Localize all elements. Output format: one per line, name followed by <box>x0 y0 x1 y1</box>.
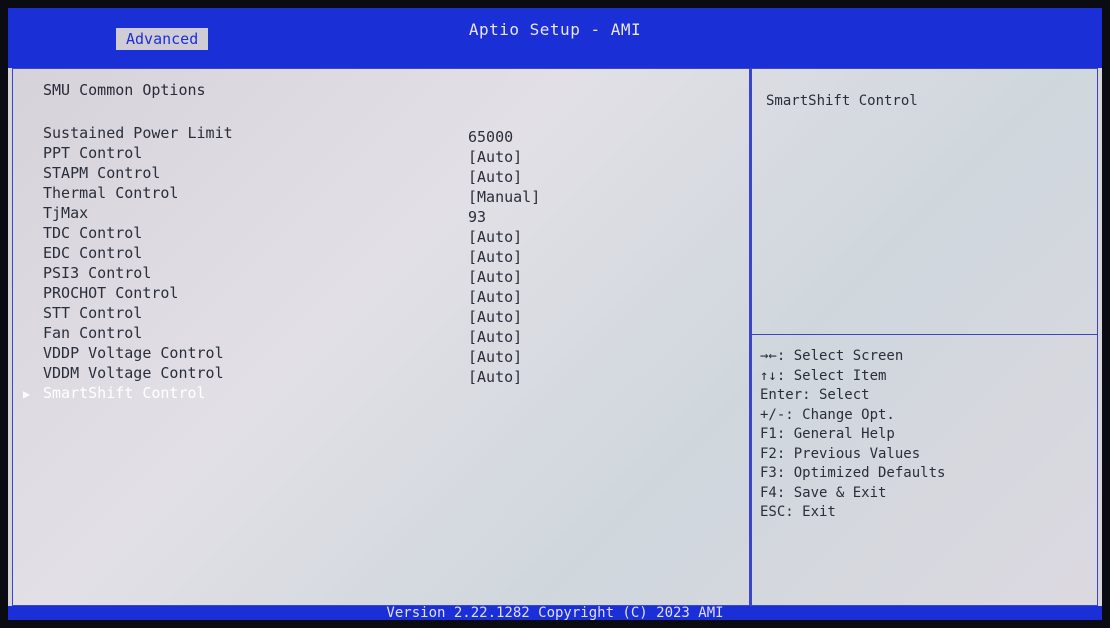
bios-screen: Aptio Setup - AMI Advanced SMU Common Op… <box>8 8 1102 620</box>
help-divider <box>752 334 1097 335</box>
setting-label: PROCHOT Control <box>43 284 179 302</box>
settings-pane: SMU Common Options Sustained Power Limit… <box>12 68 750 606</box>
setting-edc-control[interactable]: EDC Control [Auto] <box>43 243 743 266</box>
main-area: SMU Common Options Sustained Power Limit… <box>12 68 1098 608</box>
setting-thermal-control[interactable]: Thermal Control [Manual] <box>43 183 743 206</box>
title-bar: Aptio Setup - AMI Advanced <box>8 8 1102 68</box>
setting-label: Fan Control <box>43 324 143 342</box>
key-hint: F3: Optimized Defaults <box>760 465 946 481</box>
version-footer: Version 2.22.1282 Copyright (C) 2023 AMI <box>8 606 1102 620</box>
selection-arrow-icon: ▶ <box>23 387 31 401</box>
setting-label: STAPM Control <box>43 164 161 182</box>
setting-label: VDDM Voltage Control <box>43 364 224 382</box>
help-pane: SmartShift Control →←: Select Screen ↑↓:… <box>750 68 1098 606</box>
setting-vddm-voltage-control[interactable]: VDDM Voltage Control [Auto] <box>43 363 743 386</box>
setting-label: Thermal Control <box>43 184 179 202</box>
setting-label: EDC Control <box>43 244 143 262</box>
key-hint: F1: General Help <box>760 426 895 442</box>
key-hint: F4: Save & Exit <box>760 484 887 501</box>
setting-stt-control[interactable]: STT Control [Auto] <box>43 303 743 326</box>
setting-label: TjMax <box>43 204 89 222</box>
key-hint: →←: Select Screen <box>760 348 904 364</box>
setting-label: STT Control <box>43 304 143 322</box>
setting-prochot-control[interactable]: PROCHOT Control [Auto] <box>43 283 743 306</box>
key-legend: →←: Select Screen ↑↓: Select Item Enter:… <box>760 347 945 523</box>
setting-vddp-voltage-control[interactable]: VDDP Voltage Control [Auto] <box>43 343 743 366</box>
section-title: SMU Common Options <box>43 81 206 99</box>
setting-stapm-control[interactable]: STAPM Control [Auto] <box>43 163 743 186</box>
setting-label: TDC Control <box>43 224 143 242</box>
submenu-smartshift-control[interactable]: SmartShift Control <box>43 383 743 403</box>
setting-fan-control[interactable]: Fan Control [Auto] <box>43 323 743 346</box>
setting-sustained-power-limit[interactable]: Sustained Power Limit 65000 <box>43 123 743 146</box>
setting-label: SmartShift Control <box>43 384 206 402</box>
key-hint: +/-: Change Opt. <box>760 406 895 423</box>
help-title: SmartShift Control <box>766 93 918 109</box>
key-hint: ESC: Exit <box>760 504 836 520</box>
setting-psi3-control[interactable]: PSI3 Control [Auto] <box>43 263 743 286</box>
key-hint: F2: Previous Values <box>760 445 921 462</box>
tab-advanced[interactable]: Advanced <box>116 28 209 50</box>
setting-tjmax[interactable]: TjMax 93 <box>43 203 743 226</box>
setting-label: VDDP Voltage Control <box>43 344 224 362</box>
setting-label: PPT Control <box>43 144 143 162</box>
setting-label: PSI3 Control <box>43 264 152 282</box>
setting-ppt-control[interactable]: PPT Control [Auto] <box>43 143 743 166</box>
key-hint: ↑↓: Select Item <box>760 367 887 384</box>
key-hint: Enter: Select <box>760 387 870 403</box>
setting-tdc-control[interactable]: TDC Control [Auto] <box>43 223 743 246</box>
setting-label: Sustained Power Limit <box>43 124 233 142</box>
